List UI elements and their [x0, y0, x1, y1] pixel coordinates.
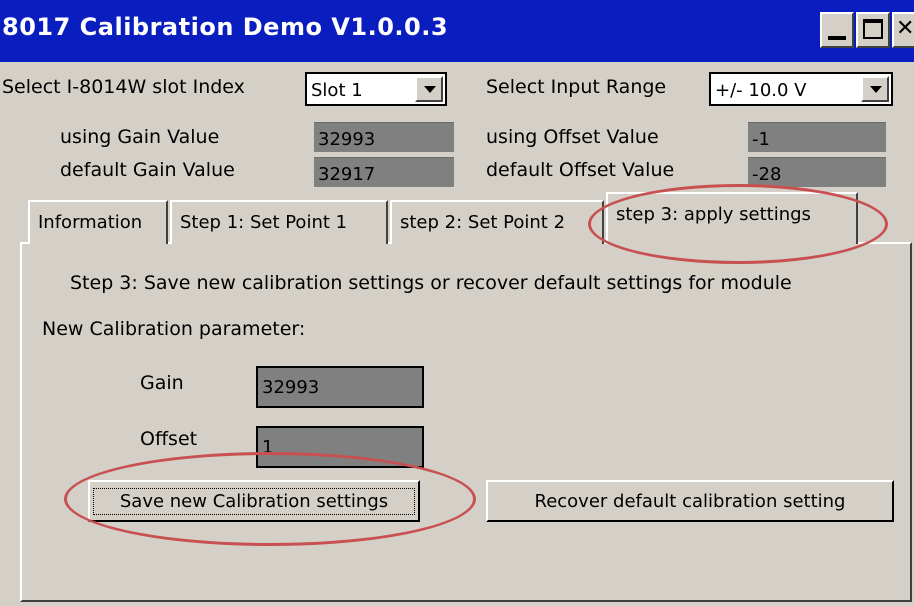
default-offset-field: -28: [748, 157, 886, 187]
chevron-down-icon[interactable]: [415, 76, 443, 102]
close-icon: ✕: [896, 16, 914, 41]
offset-input[interactable]: 1: [256, 426, 424, 468]
default-gain-field: 32917: [314, 157, 454, 187]
chevron-down-icon[interactable]: [861, 76, 889, 102]
maximize-icon: [863, 19, 883, 39]
tab-label: step 2: Set Point 2: [400, 212, 566, 233]
tab-step-1[interactable]: Step 1: Set Point 1: [170, 200, 388, 244]
default-gain-value: 32917: [318, 164, 376, 185]
default-gain-label: default Gain Value: [60, 159, 235, 181]
gain-input[interactable]: 32993: [256, 366, 424, 408]
maximize-button[interactable]: [856, 12, 890, 48]
tab-panel: [20, 242, 912, 602]
gain-label: Gain: [140, 372, 184, 394]
using-offset-field: -1: [748, 122, 886, 152]
title-bar: 8017 Calibration Demo V1.0.0.3 ✕: [0, 0, 914, 62]
tab-label: Step 1: Set Point 1: [180, 212, 348, 233]
tab-information[interactable]: Information: [28, 200, 168, 244]
slot-label: Select I-8014W slot Index: [2, 76, 245, 98]
slot-select[interactable]: Slot 1: [305, 72, 447, 106]
close-button[interactable]: ✕: [892, 12, 914, 48]
save-calibration-button[interactable]: Save new Calibration settings: [88, 480, 420, 522]
tab-step-3[interactable]: step 3: apply settings: [606, 192, 858, 244]
recover-default-button[interactable]: Recover default calibration setting: [486, 480, 894, 522]
window-title: 8017 Calibration Demo V1.0.0.3: [2, 13, 449, 41]
gain-value: 32993: [262, 377, 320, 398]
range-select[interactable]: +/- 10.0 V: [709, 72, 893, 106]
minimize-icon: [828, 36, 846, 40]
recover-button-label: Recover default calibration setting: [534, 491, 846, 512]
default-offset-label: default Offset Value: [486, 159, 675, 181]
range-label: Select Input Range: [486, 76, 667, 98]
offset-value: 1: [262, 437, 274, 458]
using-gain-label: using Gain Value: [60, 126, 220, 148]
range-value: +/- 10.0 V: [715, 80, 807, 101]
using-offset-label: using Offset Value: [486, 126, 659, 148]
tab-label: step 3: apply settings: [616, 204, 811, 225]
new-param-label: New Calibration parameter:: [42, 318, 306, 340]
minimize-button[interactable]: [820, 12, 854, 48]
save-button-label: Save new Calibration settings: [93, 488, 415, 515]
tab-label: Information: [38, 212, 143, 233]
tab-step-2[interactable]: step 2: Set Point 2: [390, 200, 604, 244]
using-gain-value: 32993: [318, 129, 376, 150]
default-offset-value: -28: [752, 164, 782, 185]
step3-heading: Step 3: Save new calibration settings or…: [70, 272, 792, 294]
offset-label: Offset: [140, 428, 198, 450]
using-gain-field: 32993: [314, 122, 454, 152]
slot-value: Slot 1: [311, 80, 363, 101]
using-offset-value: -1: [752, 129, 770, 150]
